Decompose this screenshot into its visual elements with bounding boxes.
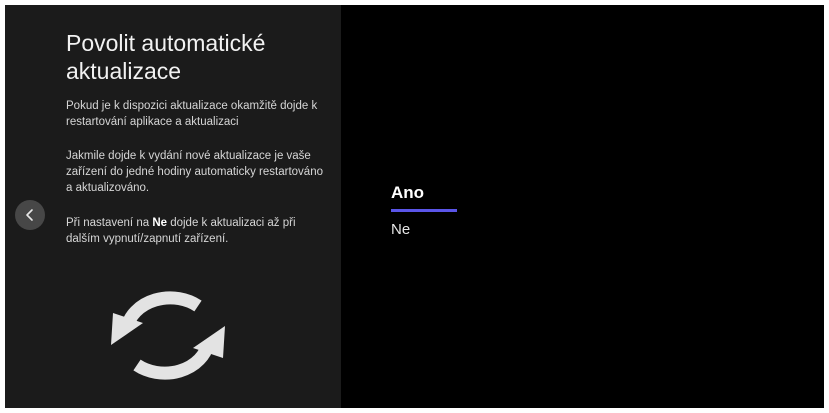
chevron-left-icon [26, 209, 33, 221]
selection-underline [391, 209, 457, 212]
description-paragraph-3: Při nastavení na Ne dojde k aktualizaci … [66, 215, 328, 247]
tv-screen: Povolit automatické aktualizace Pokud je… [5, 5, 824, 408]
paragraph-3-prefix: Při nastavení na [66, 217, 153, 229]
option-ne[interactable]: Ne [391, 220, 471, 240]
description-paragraph-2: Jakmile dojde k vydání nové aktualizace … [66, 150, 323, 194]
page-title: Povolit automatické aktualizace [66, 30, 266, 84]
info-panel: Povolit automatické aktualizace Pokud je… [5, 5, 341, 408]
refresh-icon [111, 291, 225, 380]
back-button[interactable] [15, 200, 45, 230]
options-list: Ano Ne [391, 183, 471, 240]
option-ano[interactable]: Ano [391, 183, 471, 209]
paragraph-3-emphasis: Ne [152, 217, 168, 229]
description-paragraph-1: Pokud je k dispozici aktualizace okamžit… [66, 100, 318, 128]
